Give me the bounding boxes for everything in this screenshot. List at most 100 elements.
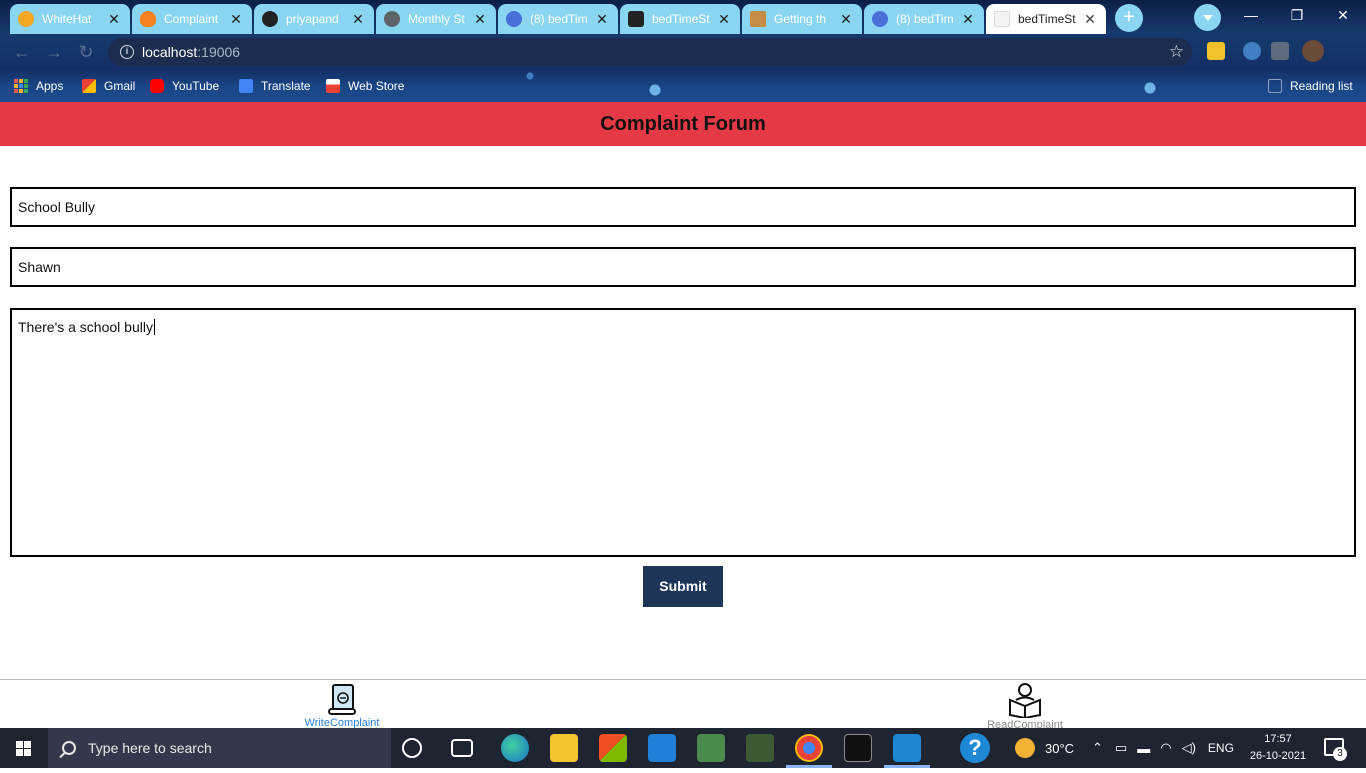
title-input-value: School Bully — [18, 199, 96, 215]
tripadvisor-icon[interactable] — [746, 734, 774, 762]
close-window-icon[interactable]: ✕ — [1320, 0, 1366, 30]
python-extension-icon[interactable] — [1243, 42, 1261, 60]
tab-close-icon[interactable]: ✕ — [716, 11, 732, 28]
mail-icon[interactable] — [648, 734, 676, 762]
author-input-value: Shawn — [18, 259, 61, 275]
task-view-icon[interactable] — [451, 739, 473, 757]
volume-icon[interactable]: ◁) — [1182, 740, 1196, 756]
wifi-icon[interactable]: ◠ — [1160, 740, 1171, 756]
browser-tab-active[interactable]: bedTimeSt ✕ — [986, 4, 1106, 34]
cortana-icon[interactable] — [402, 738, 422, 758]
bookmark-label: Apps — [36, 79, 64, 93]
tab-title: (8) bedTim — [530, 12, 588, 26]
tab-title: bedTimeSt — [652, 12, 710, 26]
taskbar-search-box[interactable]: Type here to search — [48, 728, 391, 768]
new-tab-button[interactable]: + — [1115, 4, 1143, 32]
profile-avatar[interactable] — [1302, 40, 1324, 62]
browser-tab[interactable]: bedTimeSt ✕ — [620, 4, 740, 34]
microsoft-store-icon[interactable] — [599, 734, 627, 762]
battery-icon[interactable]: ▬ — [1137, 741, 1150, 756]
restore-icon[interactable]: ❐ — [1274, 0, 1320, 30]
bookmark-gmail[interactable]: Gmail — [82, 76, 135, 96]
tab-read-complaint[interactable]: ReadComplaint — [965, 680, 1085, 731]
system-tray: 30°C ⌃ ▭ ▬ ◠ ◁) ENG — [1015, 728, 1234, 768]
tab-search-icon[interactable] — [1194, 4, 1221, 31]
tab-close-icon[interactable]: ✕ — [960, 11, 976, 28]
browser-tab[interactable]: Complaint ✕ — [132, 4, 252, 34]
submit-button[interactable]: Submit — [643, 566, 723, 607]
tab-close-icon[interactable]: ✕ — [472, 11, 488, 28]
minimize-icon[interactable]: — — [1228, 0, 1274, 30]
author-input[interactable]: Shawn — [10, 247, 1356, 287]
apps-grid-icon — [14, 79, 28, 93]
bookmark-translate[interactable]: Translate — [239, 76, 311, 96]
github-favicon-icon — [262, 11, 278, 27]
edge-browser-icon[interactable] — [501, 734, 529, 762]
web-store-icon — [326, 79, 340, 93]
site-info-icon[interactable]: i — [120, 45, 134, 59]
vscode-icon[interactable] — [893, 734, 921, 762]
windows-taskbar: Type here to search ? 30°C ⌃ ▭ ▬ ◠ ◁) EN… — [0, 728, 1366, 768]
file-explorer-icon[interactable] — [550, 734, 578, 762]
browser-tab[interactable]: WhiteHat ✕ — [10, 4, 130, 34]
tab-title: Getting th — [774, 12, 827, 26]
weather-temp[interactable]: 30°C — [1045, 741, 1074, 756]
evernote-icon[interactable] — [697, 734, 725, 762]
codesandbox-favicon-icon — [628, 11, 644, 27]
meet-now-icon[interactable]: ▭ — [1115, 740, 1127, 756]
browser-tab[interactable]: Monthly St ✕ — [376, 4, 496, 34]
reading-list-icon — [1268, 79, 1282, 93]
page-title: Complaint Forum — [600, 112, 766, 135]
tab-close-icon[interactable]: ✕ — [350, 11, 366, 28]
gmail-icon — [82, 79, 96, 93]
language-indicator[interactable]: ENG — [1208, 741, 1234, 755]
bookmark-apps[interactable]: Apps — [14, 76, 63, 96]
bookmark-star-icon[interactable]: ☆ — [1169, 42, 1184, 62]
bookmark-label: YouTube — [172, 79, 220, 93]
notification-count-badge: 3 — [1333, 747, 1347, 761]
reading-person-icon — [1009, 683, 1041, 718]
browser-tab[interactable]: (8) bedTim ✕ — [864, 4, 984, 34]
app-header: Complaint Forum — [0, 102, 1366, 146]
help-icon[interactable]: ? — [960, 733, 990, 763]
weather-moon-icon[interactable] — [1015, 738, 1035, 758]
bookmark-label: Translate — [261, 79, 311, 93]
terminal-icon[interactable] — [844, 734, 872, 762]
tab-write-complaint[interactable]: WriteComplaint — [282, 680, 402, 729]
tab-title: Complaint — [164, 12, 219, 26]
forward-arrow-icon[interactable]: → — [40, 38, 68, 66]
search-placeholder: Type here to search — [88, 740, 212, 756]
extensions-puzzle-icon[interactable] — [1271, 42, 1289, 60]
app-page: Complaint Forum School Bully Shawn There… — [0, 102, 1366, 731]
tab-close-icon[interactable]: ✕ — [838, 11, 854, 28]
browser-tab[interactable]: (8) bedTim ✕ — [498, 4, 618, 34]
reading-list-button[interactable]: Reading list — [1268, 76, 1353, 96]
bookmark-youtube[interactable]: YouTube — [150, 76, 219, 96]
search-icon — [62, 741, 76, 755]
tab-close-icon[interactable]: ✕ — [1082, 11, 1098, 28]
youtube-icon — [150, 79, 164, 93]
tab-title: bedTimeSt — [1018, 12, 1076, 26]
tab-close-icon[interactable]: ✕ — [228, 11, 244, 28]
complaint-text-area[interactable]: There's a school bully — [10, 308, 1356, 557]
tab-close-icon[interactable]: ✕ — [106, 11, 122, 28]
back-arrow-icon[interactable]: ← — [8, 38, 36, 66]
bookmark-label: Gmail — [104, 79, 136, 93]
browser-tab[interactable]: priyapand ✕ — [254, 4, 374, 34]
browser-toolbar: ← → ↻ i localhost:19006 ☆ — [0, 34, 1366, 70]
bookmark-web-store[interactable]: Web Store — [326, 76, 404, 96]
complaint-title-input[interactable]: School Bully — [10, 187, 1356, 227]
address-bar[interactable]: i localhost:19006 ☆ — [108, 38, 1192, 66]
chrome-icon[interactable] — [795, 734, 823, 762]
download-extension-icon[interactable] — [1207, 42, 1225, 60]
stackoverflow-favicon-icon — [750, 11, 766, 27]
tab-close-icon[interactable]: ✕ — [594, 11, 610, 28]
reload-icon[interactable]: ↻ — [72, 38, 100, 66]
browser-tab[interactable]: Getting th ✕ — [742, 4, 862, 34]
clock-time: 17:57 — [1264, 733, 1292, 745]
taskbar-clock[interactable]: 17:57 26-10-2021 — [1248, 731, 1308, 765]
show-hidden-icons-chevron-icon[interactable]: ⌃ — [1092, 740, 1103, 756]
globe-favicon-icon — [384, 11, 400, 27]
tab-title: priyapand — [286, 12, 339, 26]
start-button[interactable] — [0, 728, 48, 768]
